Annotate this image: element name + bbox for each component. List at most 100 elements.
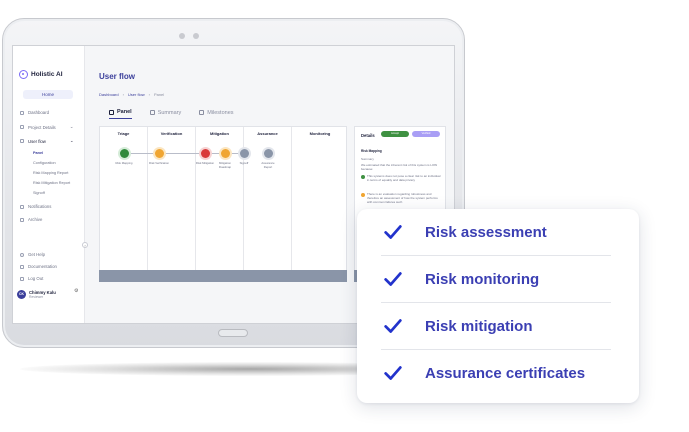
summary-icon <box>149 110 155 115</box>
node-risk-verification[interactable] <box>155 149 164 158</box>
board-column: Verification <box>148 127 196 271</box>
breadcrumb: Dashboard › User flow › Panel <box>99 92 164 97</box>
column-header: Triage <box>117 131 130 136</box>
avatar: CK <box>17 290 26 299</box>
feature-label: Assurance certificates <box>425 364 586 382</box>
panel-icon <box>109 109 114 115</box>
summary-text: We estimated that the inherent risk of t… <box>361 163 438 171</box>
help-icon <box>20 252 24 257</box>
node-label: Risk Mitigation <box>195 161 215 165</box>
chevron-down-icon: ⌄ <box>69 124 74 129</box>
node-assurance-report[interactable] <box>264 149 273 158</box>
sidebar-item-label: Notifications <box>28 204 52 209</box>
flag-icon <box>199 110 205 115</box>
tab-summary[interactable]: Summary <box>149 109 182 119</box>
breadcrumb-item[interactable]: Dashboard <box>99 92 119 97</box>
user-role: Reviewer <box>29 295 44 299</box>
node-mitigation-roadmap[interactable] <box>221 149 230 158</box>
check-icon <box>381 361 405 385</box>
app-logo[interactable]: Holistic AI <box>19 70 63 79</box>
breadcrumb-separator: › <box>148 92 150 97</box>
node-signoff[interactable] <box>240 149 249 158</box>
sidebar-item-label: Project Details <box>28 124 56 130</box>
sidebar-subitem-signoff[interactable]: Signoff <box>33 191 45 195</box>
summary-label: Summary <box>361 157 374 161</box>
accept-badge[interactable]: Accept <box>381 131 409 137</box>
sidebar-item-label: Get Help <box>28 252 45 257</box>
tab-bar: Panel Summary Milestones <box>109 109 234 119</box>
chevron-down-icon: ⌄ <box>69 138 74 143</box>
feature-label: Risk monitoring <box>425 270 540 288</box>
node-label: Signoff <box>239 161 249 165</box>
workflow-board: Triage Verification Mitigation Assurance… <box>99 126 347 282</box>
status-dot <box>361 193 365 197</box>
sidebar-subitem-risk-mapping-report[interactable]: Risk Mapping Report <box>33 171 68 175</box>
user-profile[interactable]: CK Chimmy Kalu Reviewer <box>17 290 56 299</box>
sidebar-item-get-help[interactable]: Get Help <box>20 252 45 257</box>
node-label: Risk Mapping <box>115 161 133 165</box>
feature-item: Assurance certificates <box>381 350 611 396</box>
breadcrumb-separator: › <box>122 92 124 97</box>
grid-icon <box>20 110 24 115</box>
feature-label: Risk assessment <box>425 223 547 241</box>
sidebar-item-user-flow[interactable]: User flow ⌄ <box>20 138 74 144</box>
check-icon <box>381 220 405 244</box>
flow-icon <box>20 139 24 143</box>
status-dot <box>361 175 365 179</box>
feature-item: Risk assessment <box>381 209 611 255</box>
tab-label: Milestones <box>207 109 234 116</box>
stage: Holistic AI Home Dashboard Project Detai… <box>0 0 689 432</box>
breadcrumb-item[interactable]: User flow <box>128 92 145 97</box>
app-name: Holistic AI <box>31 71 63 78</box>
check-icon <box>381 267 405 291</box>
sidebar-item-dashboard[interactable]: Dashboard <box>20 110 49 115</box>
logo-icon <box>19 70 28 79</box>
sidebar: Holistic AI Home Dashboard Project Detai… <box>13 46 85 323</box>
tab-label: Summary <box>157 109 182 116</box>
sidebar-item-log-out[interactable]: Log Out <box>20 276 43 281</box>
feature-item: Risk monitoring <box>381 256 611 302</box>
bell-icon <box>20 204 24 209</box>
document-icon <box>20 264 24 269</box>
home-button[interactable]: Home <box>23 90 73 99</box>
column-header: Assurance <box>257 131 278 136</box>
sidebar-item-documentation[interactable]: Documentation <box>20 264 57 269</box>
board-column: Monitoring <box>292 127 348 271</box>
tab-label: Panel <box>117 109 132 115</box>
gear-icon[interactable]: ⚙ <box>74 288 78 294</box>
column-header: Verification <box>160 131 183 136</box>
feature-label: Risk mitigation <box>425 317 533 335</box>
archive-icon <box>20 217 24 222</box>
sidebar-item-notifications[interactable]: Notifications <box>20 204 51 209</box>
column-header: Monitoring <box>309 131 331 136</box>
column-header: Mitigation <box>210 131 229 136</box>
page-title: User flow <box>99 72 136 81</box>
sidebar-item-label: Log Out <box>28 276 44 281</box>
tablet-home-button <box>218 329 248 337</box>
tab-panel[interactable]: Panel <box>109 109 132 119</box>
camera-dot <box>193 33 199 39</box>
sidebar-item-label: Dashboard <box>28 110 50 115</box>
node-label: Risk Verification <box>149 161 169 165</box>
folder-icon <box>20 125 24 129</box>
sidebar-subitem-configuration[interactable]: Configuration <box>33 161 56 165</box>
node-risk-mapping[interactable] <box>120 149 129 158</box>
sidebar-item-label: Documentation <box>28 264 57 269</box>
feature-item: Risk mitigation <box>381 303 611 349</box>
sidebar-subitem-panel[interactable]: Panel <box>33 151 43 155</box>
check-icon <box>381 314 405 338</box>
node-risk-mitigation[interactable] <box>201 149 210 158</box>
sidebar-item-project-details[interactable]: Project Details ⌄ <box>20 124 73 130</box>
node-label: Mitigation Roadmap <box>218 161 232 169</box>
sidebar-subitem-risk-mitigation-report[interactable]: Risk Mitigation Report <box>33 181 70 185</box>
camera-dot <box>179 33 185 39</box>
sidebar-item-label: User flow <box>28 138 46 144</box>
features-card: Risk assessment Risk monitoring Risk mit… <box>357 209 639 403</box>
tab-milestones[interactable]: Milestones <box>199 109 234 119</box>
summary-point: This systems does not pose a clear risk … <box>367 174 441 182</box>
details-title: Details <box>361 133 375 138</box>
sidebar-item-label: Archive <box>28 217 43 222</box>
verified-badge[interactable]: Verified <box>412 131 440 137</box>
sidebar-item-archive[interactable]: Archive <box>20 217 42 222</box>
details-section-title: Risk Mapping <box>361 149 382 153</box>
